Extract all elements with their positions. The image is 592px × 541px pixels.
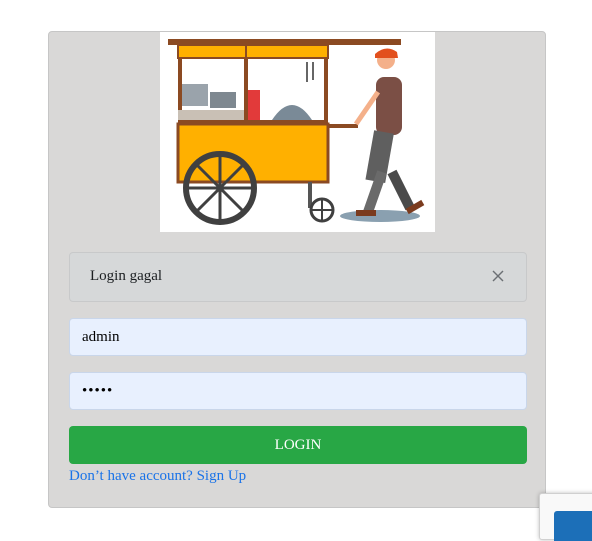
food-cart-vendor-illustration — [160, 32, 435, 232]
username-input[interactable] — [69, 318, 527, 356]
signup-link[interactable]: Sign Up — [197, 468, 247, 484]
login-failed-alert: Login gagal — [69, 252, 527, 302]
login-button[interactable]: LOGIN — [69, 426, 527, 464]
login-card: Login gagal LOGIN Don’t have account? Si… — [48, 31, 546, 508]
recaptcha-icon — [554, 511, 592, 541]
signup-prompt: Don’t have account? Sign Up — [69, 468, 246, 485]
close-icon[interactable] — [488, 266, 508, 286]
signup-prompt-text: Don’t have account? — [69, 468, 193, 484]
recaptcha-badge[interactable] — [539, 493, 592, 541]
password-input[interactable] — [69, 372, 527, 410]
alert-message: Login gagal — [90, 268, 163, 284]
